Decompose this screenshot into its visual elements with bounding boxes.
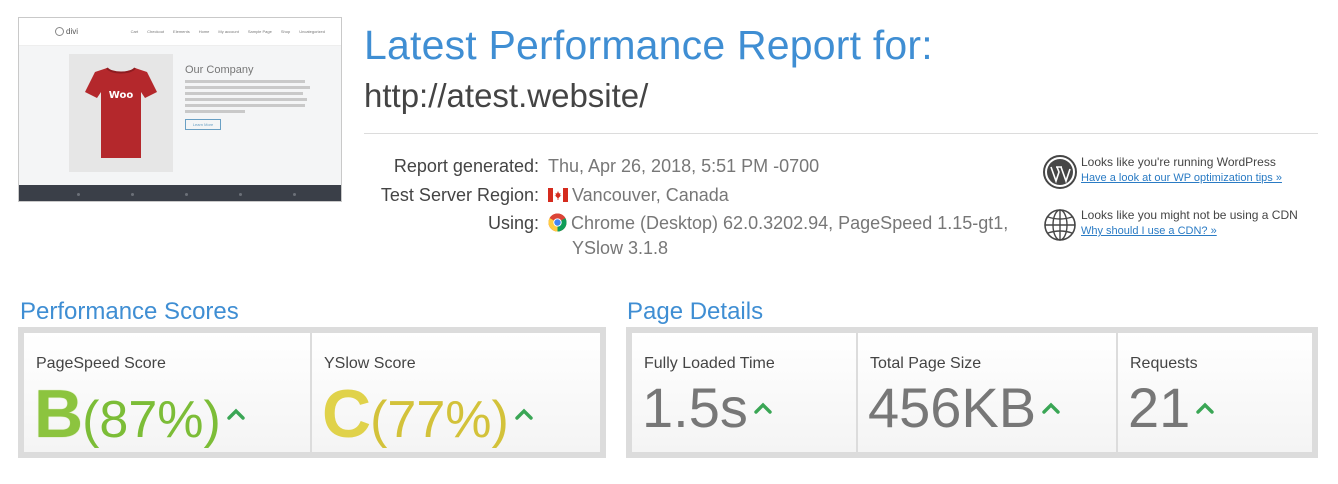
chrome-icon <box>548 213 567 232</box>
thumbnail-nav-link: Elements <box>173 29 190 34</box>
fully-loaded-time-label: Fully Loaded Time <box>644 355 775 372</box>
thumbnail-text-line <box>185 110 245 113</box>
thumbnail-nav-link: Uncategorized <box>299 29 325 34</box>
pagespeed-score-label: PageSpeed Score <box>36 355 166 372</box>
cdn-notice-text: Looks like you might not be using a CDN <box>1081 208 1298 222</box>
thumbnail-product-image: Woo <box>69 54 173 172</box>
thumbnail-learn-more-button: Learn More <box>185 119 221 130</box>
thumbnail-text-line <box>185 98 307 101</box>
test-region-value-row: Vancouver, Canada <box>548 185 729 206</box>
header-divider <box>364 133 1318 134</box>
fully-loaded-time-row: 1.5s <box>642 375 772 440</box>
up-arrow-icon <box>1196 402 1214 414</box>
thumbnail-text-line <box>185 86 310 89</box>
using-label: Using: <box>487 213 539 233</box>
requests-card: Requests 21 <box>1118 333 1312 452</box>
pagespeed-score-value: B (87%) <box>34 375 245 453</box>
performance-scores-title: Performance Scores <box>20 298 239 325</box>
report-generated-label: Report generated: <box>393 156 539 176</box>
fully-loaded-time-card: Fully Loaded Time 1.5s <box>632 333 858 452</box>
thumbnail-text-line <box>185 92 303 95</box>
using-value-line2: YSlow 3.1.8 <box>572 238 669 258</box>
thumbnail-nav-links: Cart Checkout Elements Home My account S… <box>131 29 325 34</box>
page-details-title: Page Details <box>627 298 764 325</box>
up-arrow-icon <box>1042 402 1060 414</box>
pagespeed-percent: (87%) <box>82 391 221 449</box>
test-region-value: Vancouver, Canada <box>572 185 729 205</box>
globe-icon <box>1044 209 1076 241</box>
thumbnail-company-block: Our Company Learn More <box>185 64 315 130</box>
yslow-score-card: YSlow Score C (77%) <box>312 333 600 452</box>
thumbnail-nav: divi Cart Checkout Elements Home My acco… <box>19 18 341 46</box>
thumbnail-nav-link: Checkout <box>147 29 165 34</box>
thumbnail-nav-link: My account <box>218 29 239 34</box>
site-screenshot-thumbnail: divi Cart Checkout Elements Home My acco… <box>18 17 342 202</box>
using-value-row: Chrome (Desktop) 62.0.3202.94, PageSpeed… <box>548 213 1008 234</box>
wordpress-notice-text: Looks like you're running WordPress <box>1081 155 1276 169</box>
up-arrow-icon <box>515 408 533 420</box>
canada-flag-icon <box>548 188 568 202</box>
yslow-grade: C <box>322 376 371 452</box>
report-generated-value: Thu, Apr 26, 2018, 5:51 PM -0700 <box>548 156 820 176</box>
thumbnail-nav-link: Home <box>198 29 210 34</box>
total-page-size-label: Total Page Size <box>870 355 982 372</box>
thumbnail-text-line <box>185 104 305 107</box>
fully-loaded-time-value: 1.5s <box>642 376 748 439</box>
why-use-cdn-link[interactable]: Why should I use a CDN? » <box>1081 225 1217 237</box>
test-region-label: Test Server Region: <box>380 185 539 205</box>
tshirt-icon: Woo <box>85 67 157 158</box>
thumbnail-text-line <box>185 80 305 83</box>
yslow-percent: (77%) <box>370 391 509 449</box>
thumbnail-company-title: Our Company <box>185 64 254 76</box>
requests-label: Requests <box>1130 355 1198 372</box>
thumbnail-nav-link: Shop <box>280 29 291 34</box>
wordpress-icon <box>1043 155 1077 189</box>
thumbnail-footer <box>19 185 341 201</box>
requests-value: 21 <box>1128 376 1191 439</box>
yslow-score-label: YSlow Score <box>324 355 416 372</box>
performance-scores-panel: PageSpeed Score B (87%) YSlow Score C (7… <box>18 327 606 458</box>
report-title: Latest Performance Report for: <box>364 22 933 68</box>
up-arrow-icon <box>227 408 245 420</box>
shirt-text: Woo <box>109 90 134 101</box>
requests-row: 21 <box>1128 375 1214 440</box>
thumbnail-nav-link: Sample Page <box>247 29 272 34</box>
up-arrow-icon <box>754 402 772 414</box>
total-page-size-card: Total Page Size 456KB <box>858 333 1118 452</box>
thumbnail-hero: Woo Our Company Learn More <box>19 46 341 185</box>
pagespeed-grade: B <box>34 376 83 452</box>
divi-logo-icon <box>55 27 64 36</box>
page-details-panel: Fully Loaded Time 1.5s Total Page Size 4… <box>626 327 1318 458</box>
wp-optimization-tips-link[interactable]: Have a look at our WP optimization tips … <box>1081 172 1282 184</box>
yslow-score-value: C (77%) <box>322 375 533 453</box>
report-url: http://atest.website/ <box>364 77 649 114</box>
total-page-size-row: 456KB <box>868 375 1060 440</box>
total-page-size-value: 456KB <box>868 376 1037 439</box>
thumbnail-logo: divi <box>55 27 78 36</box>
pagespeed-score-card: PageSpeed Score B (87%) <box>24 333 312 452</box>
thumbnail-nav-link: Cart <box>130 29 139 34</box>
using-value-line1: Chrome (Desktop) 62.0.3202.94, PageSpeed… <box>571 213 1009 233</box>
